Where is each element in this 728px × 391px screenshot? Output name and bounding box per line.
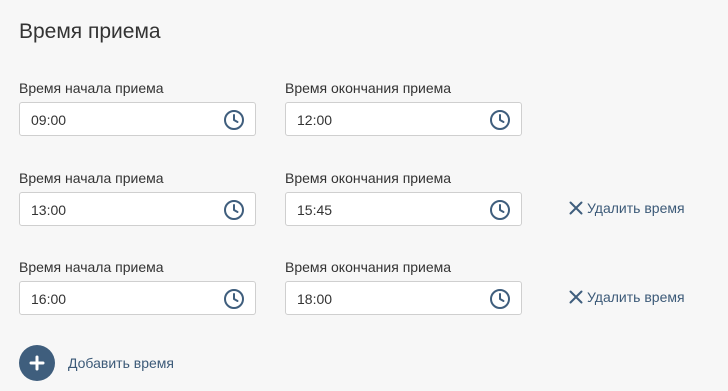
clock-icon[interactable] — [489, 288, 511, 310]
remove-time-button[interactable]: Удалить время — [569, 194, 685, 222]
clock-icon[interactable] — [489, 109, 511, 131]
add-time-button[interactable]: Добавить время — [19, 345, 174, 381]
end-time-input[interactable]: 12:00 — [285, 102, 522, 136]
end-time-field: Время окончания приема 18:00 — [285, 259, 522, 315]
start-time-field: Время начала приема 09:00 — [19, 80, 256, 136]
start-time-input[interactable]: 13:00 — [19, 192, 256, 226]
start-time-input[interactable]: 09:00 — [19, 102, 256, 136]
end-time-value: 12:00 — [297, 112, 333, 128]
end-time-input[interactable]: 15:45 — [285, 192, 522, 226]
start-time-value: 16:00 — [31, 291, 67, 307]
start-time-label: Время начала приема — [19, 80, 164, 96]
end-time-field: Время окончания приема 12:00 — [285, 80, 522, 136]
start-time-input[interactable]: 16:00 — [19, 281, 256, 315]
plus-glyph — [29, 355, 45, 371]
time-row: Время начала приема 16:00 Время окончани… — [0, 259, 728, 329]
start-time-field: Время начала приема 13:00 — [19, 170, 256, 226]
close-icon — [569, 201, 583, 215]
remove-time-button[interactable]: Удалить время — [569, 283, 685, 311]
remove-time-label: Удалить время — [587, 289, 685, 305]
start-time-value: 13:00 — [31, 202, 67, 218]
end-time-value: 18:00 — [297, 291, 333, 307]
clock-icon[interactable] — [223, 288, 245, 310]
clock-icon[interactable] — [223, 199, 245, 221]
close-icon — [569, 290, 583, 304]
time-row: Время начала приема 13:00 Время окончани… — [0, 170, 728, 240]
start-time-field: Время начала приема 16:00 — [19, 259, 256, 315]
clock-icon[interactable] — [223, 109, 245, 131]
section-title: Время приема — [19, 20, 161, 43]
end-time-label: Время окончания приема — [285, 170, 452, 186]
end-time-label: Время окончания приема — [285, 259, 452, 275]
plus-icon[interactable] — [19, 345, 55, 381]
time-panel: Время приема Время начала приема 09:00 В… — [0, 0, 728, 391]
start-time-label: Время начала приема — [19, 259, 164, 275]
start-time-label: Время начала приема — [19, 170, 164, 186]
end-time-input[interactable]: 18:00 — [285, 281, 522, 315]
clock-icon[interactable] — [489, 199, 511, 221]
remove-time-label: Удалить время — [587, 200, 685, 216]
end-time-value: 15:45 — [297, 202, 333, 218]
time-row: Время начала приема 09:00 Время окончани… — [0, 80, 728, 150]
add-time-label: Добавить время — [68, 355, 174, 371]
end-time-label: Время окончания приема — [285, 80, 452, 96]
end-time-field: Время окончания приема 15:45 — [285, 170, 522, 226]
start-time-value: 09:00 — [31, 112, 67, 128]
